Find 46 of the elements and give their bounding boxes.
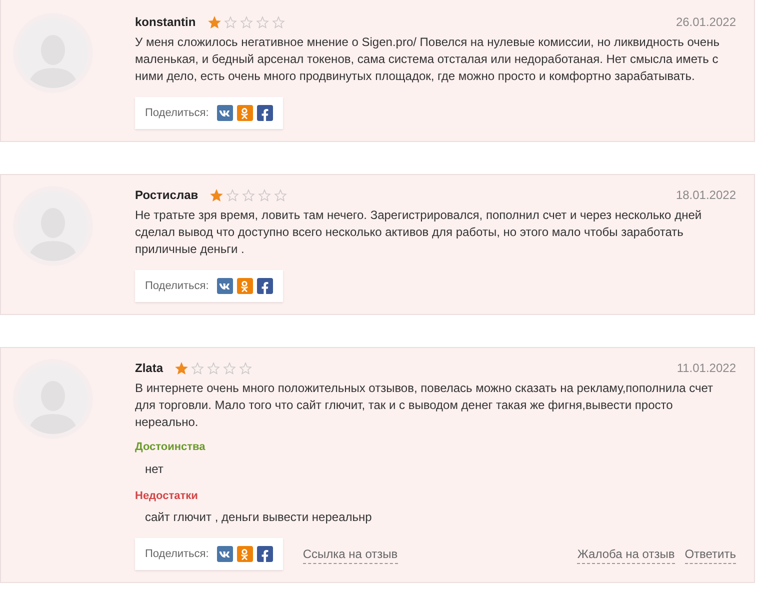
star-icon (208, 16, 221, 28)
star-icon (240, 16, 253, 28)
star-icon (242, 188, 256, 202)
review-text: В интернете очень много положительных отзывов, повелась можно сказать на рекламу,пополнила счет для торговли. Мало того что сайт глючит, так и с выводом денег такая же фигня,вывести просто нереально. (135, 380, 714, 431)
pros-text: нет (145, 460, 164, 478)
star-icon (256, 16, 269, 28)
share-label: Поделиться: (145, 106, 209, 121)
review-text: Не тратьте зря время, ловить там нечего. Зарегистрировался, пополнил счет и через несколько дней сделал вывод что доступно всего несколько активов для работы, но этого мало чтобы заработать приличные деньги . (135, 207, 703, 258)
author-name: Ростислав (135, 187, 198, 204)
vk-logo-icon (219, 108, 230, 118)
complaint-link[interactable]: Жалоба на отзыв (577, 544, 675, 564)
author-name: konstantin (135, 14, 196, 31)
star-icon (272, 16, 285, 28)
star-icon (207, 362, 220, 374)
review-date: 11.01.2022 (676, 360, 736, 377)
facebook-share-button[interactable] (256, 546, 273, 562)
facebook-share-button[interactable] (256, 105, 273, 121)
share-label: Поделиться: (145, 546, 209, 562)
author-name: Zlata (135, 360, 164, 377)
vk-share-button[interactable] (216, 278, 233, 294)
ok-logo-icon (239, 548, 250, 560)
star-icon (223, 362, 236, 374)
star-icon (210, 188, 224, 202)
review-date: 26.01.2022 (676, 14, 736, 31)
facebook-share-button[interactable] (256, 278, 273, 294)
ok-logo-icon (239, 108, 250, 118)
star-icon (224, 16, 237, 28)
star-icon (274, 188, 288, 202)
ok-logo-icon (239, 280, 250, 292)
vk-share-button[interactable] (216, 105, 233, 121)
star-icon (226, 188, 240, 202)
pros-heading: Достоинства (135, 440, 206, 455)
review-date: 18.01.2022 (676, 187, 736, 204)
vk-share-button[interactable] (216, 546, 233, 562)
vk-logo-icon (219, 280, 230, 292)
star-icon (191, 362, 204, 374)
vk-logo-icon (219, 548, 230, 560)
share-label: Поделиться: (145, 278, 209, 294)
star-icon (175, 362, 188, 374)
review-link[interactable]: Ссылка на отзыв (302, 544, 398, 564)
reply-link[interactable]: Ответить (684, 544, 736, 564)
cons-text: сайт глючит , деньги вывести нереальнр (145, 509, 373, 526)
star-icon (258, 188, 272, 202)
star-icon (239, 362, 252, 374)
cons-heading: Недостатки (135, 488, 199, 504)
review-text: У меня сложилось негативное мнение о Sigen.pro/ Повелся на нулевые комиссии, но ликвидность очень маленькая, и бедный арсенал токенов, сама система отсталая или недоработаная. Нет смысла иметь с ними дело, есть очень много продвинутых площадок, где можно просто и комфортно зарабатывать. (135, 34, 720, 85)
